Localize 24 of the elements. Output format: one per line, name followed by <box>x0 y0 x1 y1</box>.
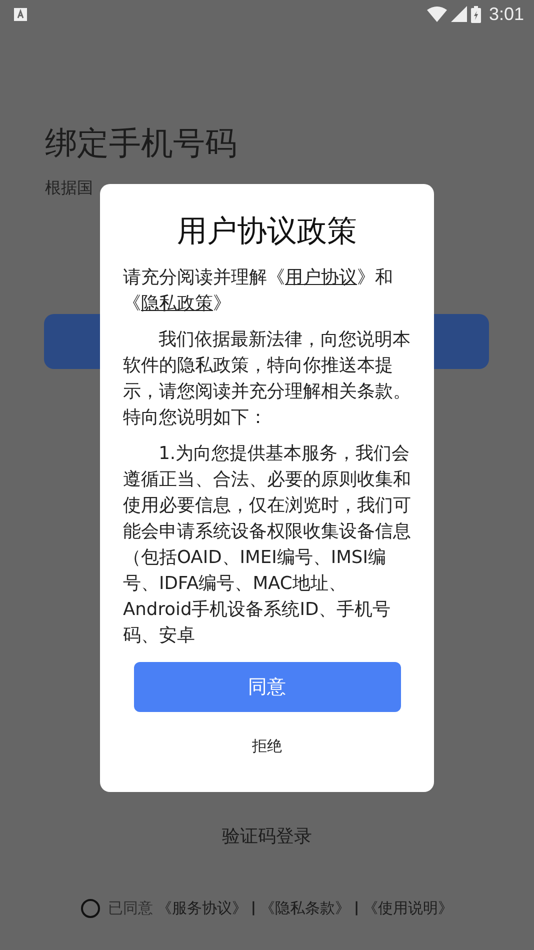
agree-button[interactable]: 同意 <box>134 662 400 712</box>
signal-icon <box>450 6 467 22</box>
intro-text: 请充分阅读并理解《用户协议》和《隐私政策》 <box>123 266 394 316</box>
decline-button[interactable]: 拒绝 <box>246 734 288 758</box>
page-title: 绑定手机号码 <box>45 124 238 162</box>
agreement-link[interactable]: 《隐私条款》 <box>260 897 350 920</box>
clock-time: 3:01 <box>488 2 524 26</box>
policy-scroll-area[interactable]: 请充分阅读并理解《用户协议》和《隐私政策》 我们依据最新法律，向您说明本软件的隐私政策，特向你推送本提示，请您阅读并充分理解相关条款。特向您说明如下： 1.为向您提供基本服务，我们会遵循正当、合法、必要的原则收集和使用必要信息，仅在浏览时，我们可能会申请系统设备权限收集设备信息（包括OAID、IMEI编号、IMSI编号、IDFA编号、MAC地址、Android手机设备系统ID、手机号码、安卓 <box>123 265 411 650</box>
policy-paragraph: 我们依据最新法律，向您说明本软件的隐私政策，特向你推送本提示，请您阅读并充分理解相关条款。特向您说明如下： <box>123 328 411 430</box>
wifi-icon <box>426 6 447 22</box>
keyboard-icon <box>14 8 27 20</box>
separator: | <box>354 899 360 918</box>
dialog-title: 用户协议政策 <box>176 213 358 251</box>
policy-link[interactable]: 用户协议 <box>285 267 357 288</box>
agree-radio[interactable] <box>80 899 100 918</box>
policy-paragraph: 1.为向您提供基本服务，我们会遵循正当、合法、必要的原则收集和使用必要信息，仅在浏览时，我们可能会申请系统设备权限收集设备信息（包括OAID、IMEI编号、IMSI编号、IDFA编号、MAC地址、Android手机设备系统ID、手机号码、安卓 <box>123 442 411 648</box>
agree-label: 已同意 <box>108 898 153 920</box>
page-subtitle: 根据国 <box>45 177 94 200</box>
agreement-link[interactable]: 《使用说明》 <box>363 897 454 920</box>
sms-login-link[interactable]: 验证码登录 <box>222 823 312 850</box>
agreement-link[interactable]: 《服务协议》 <box>156 897 247 920</box>
policy-link[interactable]: 隐私政策 <box>141 293 213 314</box>
battery-icon <box>470 6 481 22</box>
separator: | <box>250 899 256 918</box>
